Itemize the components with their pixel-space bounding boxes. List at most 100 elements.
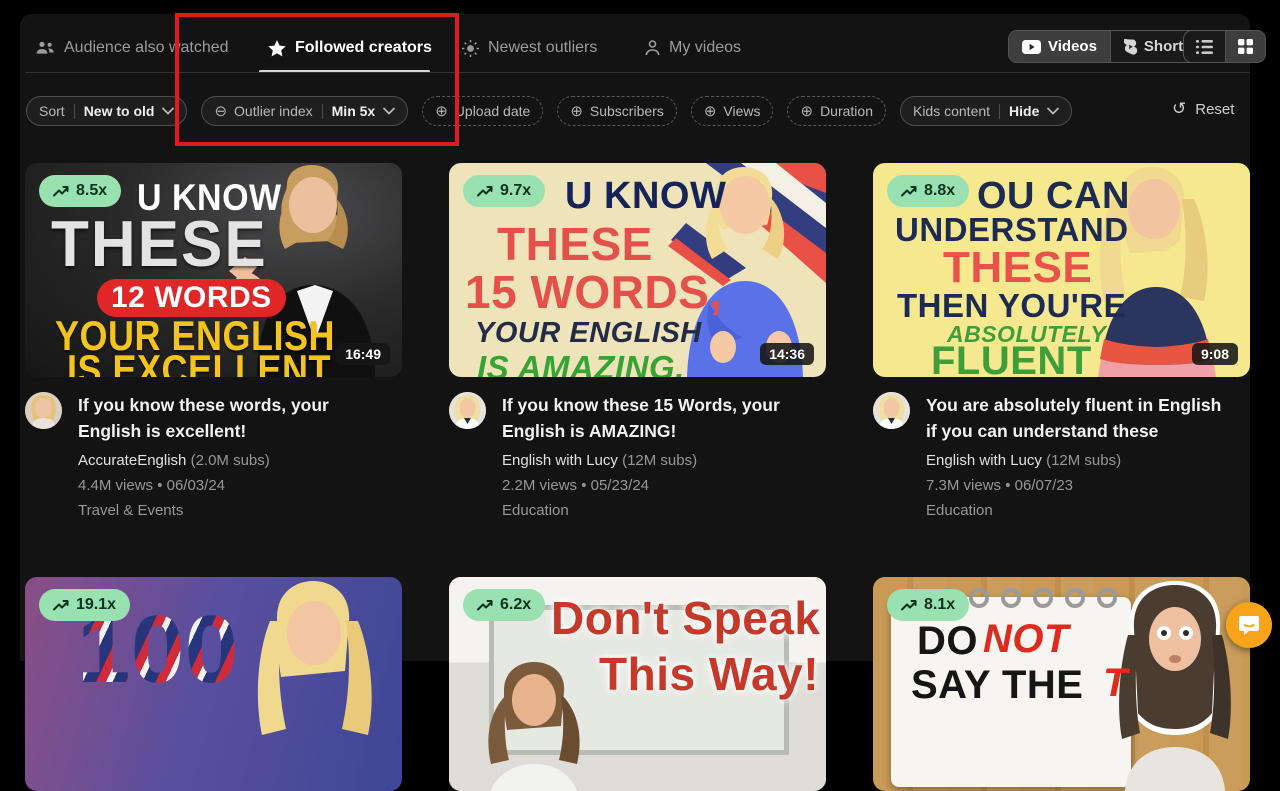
video-category: Education [926, 502, 993, 519]
outlier-index-filter[interactable]: ⊖ Outlier index Min 5x [201, 96, 409, 126]
video-duration: 14:36 [760, 343, 814, 365]
sort-filter-value: New to old [83, 103, 155, 119]
subscribers-filter[interactable]: ⊕ Subscribers [557, 96, 677, 126]
outlier-badge: 8.5x [39, 175, 122, 207]
tab-audience-also-watched[interactable]: Audience also watched [36, 26, 229, 70]
videos-toggle-label: Videos [1048, 38, 1097, 55]
thumbnail-text: THESE [943, 243, 1093, 292]
views-label: Views [723, 103, 761, 119]
video-thumbnail[interactable]: Don't Speak This Way! 6.2x [449, 577, 826, 791]
plus-circle-icon: ⊕ [570, 102, 583, 120]
pill-divider [73, 103, 75, 119]
reset-filters-button[interactable]: ↺ Reset [1172, 99, 1234, 119]
channel-name: AccurateEnglish [78, 452, 187, 469]
channel-name: English with Lucy [502, 452, 618, 469]
trending-up-icon [477, 600, 493, 611]
video-title[interactable]: You are absolutely fluent in English if … [926, 392, 1226, 444]
shorts-icon [1123, 38, 1137, 55]
outlier-badge-value: 8.5x [76, 182, 108, 199]
duration-filter[interactable]: ⊕ Duration [787, 96, 886, 126]
tab-followed-creators[interactable]: Followed creators [268, 26, 432, 70]
channel-avatar[interactable] [25, 392, 62, 429]
video-thumbnail[interactable]: DO NOT SAY THE T 8.1x [873, 577, 1250, 791]
channel-row[interactable]: English with Lucy (12M subs) [502, 452, 802, 469]
trending-up-icon [53, 186, 69, 197]
video-title[interactable]: If you know these 15 Words, your English… [502, 392, 802, 444]
grid-view-icon [1238, 39, 1253, 54]
chevron-down-icon [383, 107, 396, 115]
video-thumbnail[interactable]: U KNOW THESE 15 WORDS, YOUR ENGLISH IS A… [449, 163, 826, 377]
people-icon [36, 41, 54, 54]
video-card: U KNOW THESE 12 WORDS YOUR ENGLISH IS EX… [25, 163, 402, 519]
thumbnail-text: IS EXCELLENT [67, 345, 332, 377]
chevron-down-icon [1047, 107, 1060, 115]
thumbnail-person-illustration [257, 581, 372, 735]
thumbnail-text: THESE [497, 218, 653, 270]
undo-icon: ↺ [1172, 99, 1187, 118]
video-thumbnail[interactable]: U KNOW THESE 12 WORDS YOUR ENGLISH IS EX… [25, 163, 402, 377]
video-card: DO NOT SAY THE T 8.1x [873, 577, 1250, 791]
trending-up-icon [477, 186, 493, 197]
outlier-badge: 9.7x [463, 175, 546, 207]
tab-my-videos[interactable]: My videos [645, 26, 741, 70]
list-view-icon [1196, 39, 1213, 54]
thumbnail-text: 15 WORDS, [465, 266, 723, 318]
tab-label: My videos [669, 39, 742, 56]
outlier-badge: 19.1x [39, 589, 131, 621]
reset-label: Reset [1195, 100, 1235, 118]
tab-newest-outliers[interactable]: Newest outliers [462, 26, 597, 70]
thumbnail-text: Don't Speak [551, 592, 821, 644]
list-view-button[interactable] [1184, 31, 1225, 62]
outlier-badge-value: 6.2x [500, 596, 532, 613]
upload-date-label: Upload date [454, 103, 531, 119]
channel-subs: (12M subs) [1046, 452, 1122, 469]
video-thumbnail[interactable]: OU CAN UNDERSTAND THESE THEN YOU'RE ABSO… [873, 163, 1250, 377]
format-toggle: Videos Shorts [1008, 30, 1206, 63]
duration-label: Duration [820, 103, 873, 119]
videos-toggle-button[interactable]: Videos [1009, 31, 1110, 62]
video-category: Education [502, 502, 569, 519]
channel-row[interactable]: AccurateEnglish (2.0M subs) [78, 452, 378, 469]
thumbnail-text: DO [917, 619, 978, 663]
upload-date-filter[interactable]: ⊕ Upload date [422, 96, 544, 126]
sort-filter-label: Sort [39, 103, 65, 119]
thumbnail-text: FLUENT [931, 339, 1092, 377]
video-meta: If you know these 15 Words, your English… [449, 392, 826, 519]
thumbnail-text: THESE [51, 208, 268, 281]
video-title[interactable]: If you know these words, your English is… [78, 392, 378, 444]
pill-divider [999, 103, 1001, 119]
channel-row[interactable]: English with Lucy (12M subs) [926, 452, 1226, 469]
subscribers-label: Subscribers [589, 103, 664, 119]
plus-circle-icon: ⊕ [703, 102, 717, 120]
channel-avatar[interactable] [449, 392, 486, 429]
outlier-index-label: Outlier index [234, 103, 313, 119]
video-card: U KNOW THESE 15 WORDS, YOUR ENGLISH IS A… [449, 163, 826, 519]
filter-bar: Sort New to old ⊖ Outlier index Min 5x ⊕… [26, 96, 1073, 126]
plus-circle-icon: ⊕ [435, 102, 448, 120]
kids-content-filter[interactable]: Kids content Hide [899, 96, 1073, 126]
video-duration: 16:49 [336, 343, 390, 365]
grid-view-button[interactable] [1225, 31, 1265, 62]
video-thumbnail[interactable]: 100 19.1x [25, 577, 402, 791]
plus-circle-icon: ⊕ [800, 102, 814, 120]
views-filter[interactable]: ⊕ Views [690, 96, 774, 126]
thumbnail-text: NOT [983, 617, 1069, 661]
views-date-row: 2.2M views • 05/23/24 [502, 477, 649, 494]
outlier-index-value: Min 5x [331, 103, 376, 119]
outlier-badge-value: 19.1x [76, 596, 117, 613]
sun-icon [462, 39, 479, 57]
channel-subs: (12M subs) [622, 452, 698, 469]
chevron-down-icon [162, 107, 175, 115]
channel-name: English with Lucy [926, 452, 1042, 469]
sort-filter[interactable]: Sort New to old [26, 96, 188, 126]
video-card: 100 19.1x [25, 577, 402, 791]
thumbnail-person-illustration [488, 662, 580, 791]
channel-avatar[interactable] [873, 392, 910, 429]
video-card: Don't Speak This Way! 6.2x [449, 577, 826, 791]
tab-label: Newest outliers [488, 39, 598, 56]
chat-fab-button[interactable] [1226, 602, 1272, 648]
outlier-badge-value: 8.1x [924, 596, 956, 613]
tab-label: Followed creators [295, 39, 432, 56]
person-icon [645, 40, 660, 56]
pill-divider [321, 103, 323, 119]
